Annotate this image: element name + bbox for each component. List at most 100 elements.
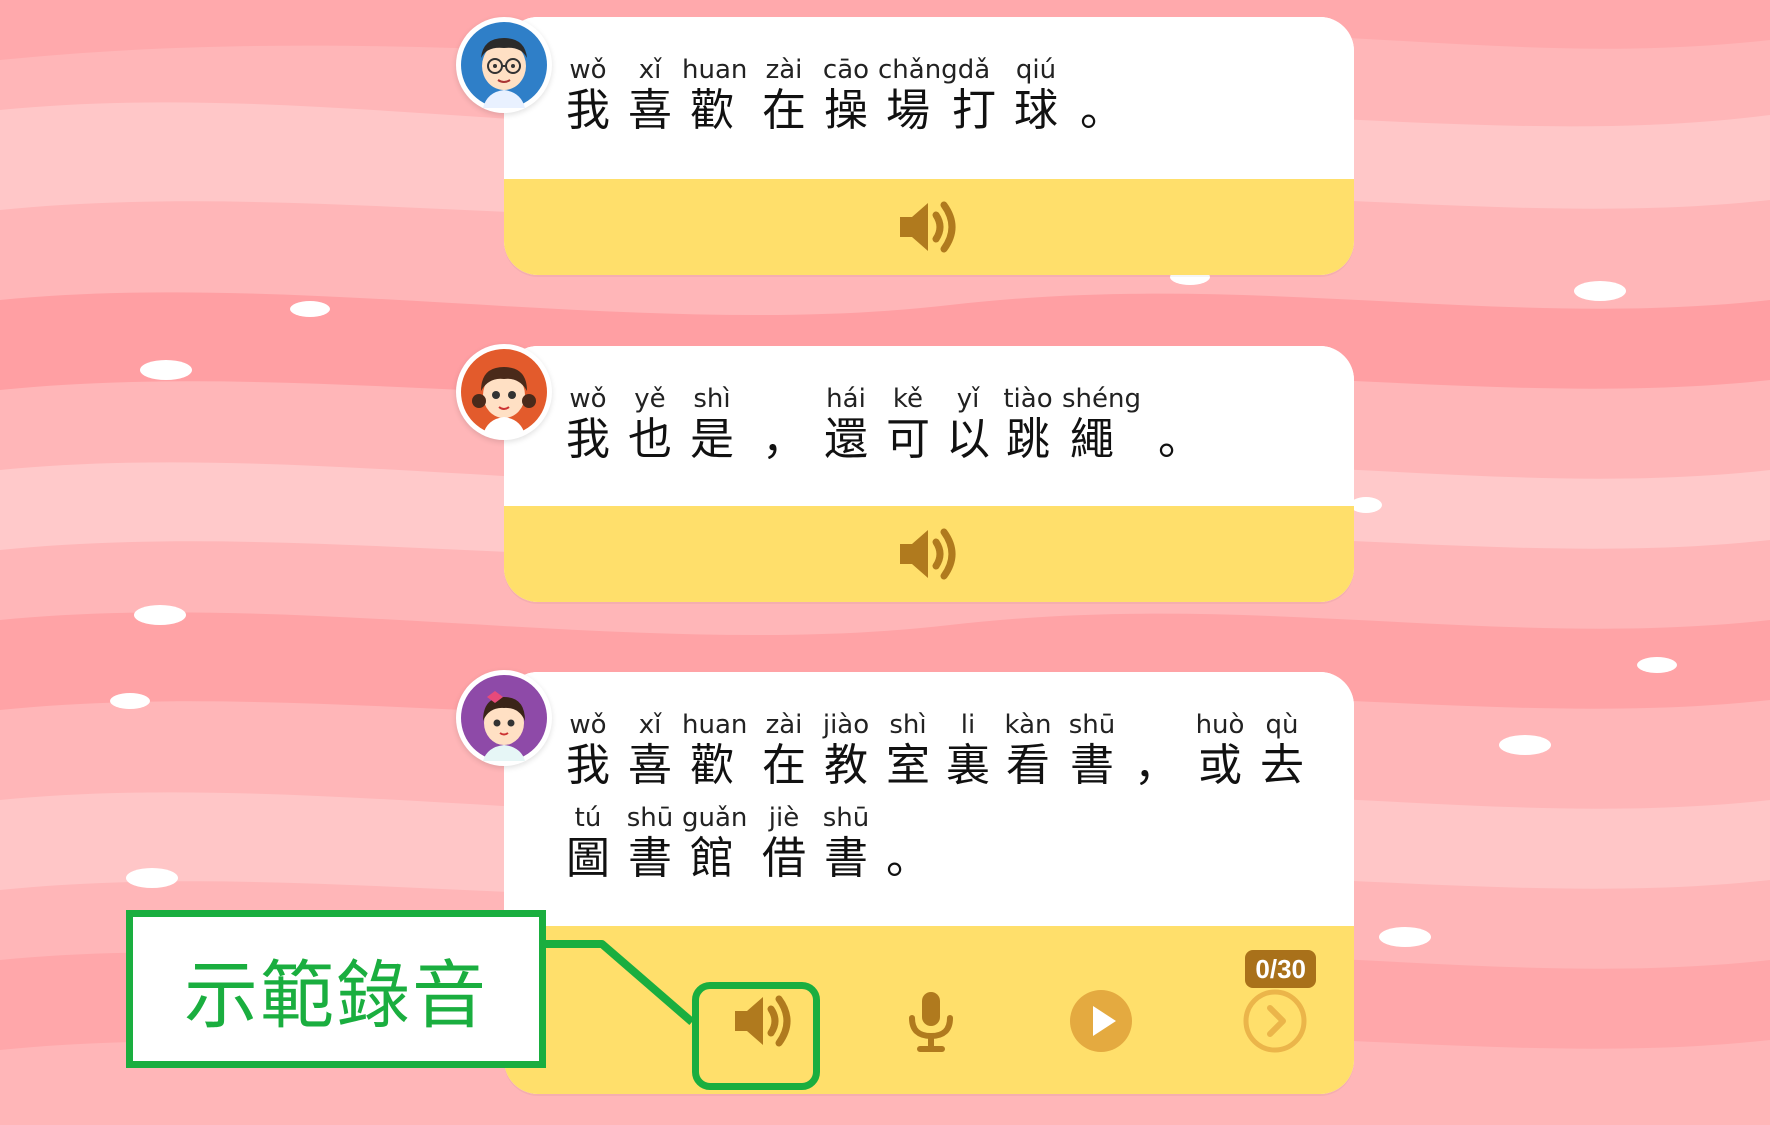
- syllable: kě 可: [878, 384, 938, 466]
- syllable: wǒ 我: [558, 384, 618, 466]
- hanzi: 在: [762, 740, 806, 791]
- hanzi: 跳: [1006, 414, 1050, 465]
- hanzi: 我: [566, 85, 610, 136]
- syllable: shì 室: [878, 710, 938, 792]
- microphone-icon[interactable]: [896, 986, 966, 1056]
- pinyin: [1072, 55, 1132, 85]
- next-icon[interactable]: [1240, 986, 1310, 1056]
- callout-label: 示範錄音: [184, 952, 488, 1039]
- hanzi: 我: [566, 740, 610, 791]
- syllable: guǎn 館: [682, 803, 748, 885]
- speaker-icon[interactable]: [896, 197, 962, 257]
- syllable: kàn 看: [998, 710, 1058, 792]
- hanzi: 操: [824, 85, 868, 136]
- avatar-girl-pigtails: [456, 344, 552, 440]
- syllable: shū 書: [620, 803, 680, 885]
- dialog-text-area: wǒ 我 xǐ 喜 huan 歡 zài 在 jiào 教 shì 室 li 裏 kàn 看 shū 書， huò 或…: [504, 672, 1354, 926]
- pinyin: kàn: [1004, 710, 1052, 740]
- attempt-counter: 0/30: [1245, 950, 1316, 988]
- hanzi: 借: [762, 833, 806, 884]
- pinyin: shū: [626, 803, 674, 833]
- pinyin: shì: [889, 710, 927, 740]
- syllable: zài 在: [754, 55, 814, 137]
- syllable: 。: [1072, 55, 1132, 137]
- sentence-line: wǒ 我 xǐ 喜 huan 歡 zài 在 jiào 教 shì 室 li 裏 kàn 看 shū 書， huò 或…: [564, 710, 1324, 800]
- hanzi: 。: [1080, 85, 1124, 136]
- syllable: qiú 球: [1006, 55, 1066, 137]
- syllable: ，: [754, 384, 814, 466]
- hanzi: 場: [886, 85, 930, 136]
- pinyin: [754, 384, 814, 414]
- pinyin: guǎn: [682, 803, 748, 833]
- hanzi: 館: [690, 833, 734, 884]
- syllable: xǐ 喜: [620, 55, 680, 137]
- hanzi: 我: [566, 414, 610, 465]
- audio-bar: [504, 179, 1354, 275]
- avatar-girl-bow: [456, 670, 552, 766]
- hanzi: 可: [886, 414, 930, 465]
- syllable: ，: [1126, 710, 1186, 792]
- hanzi: ，: [762, 414, 806, 465]
- pinyin: xǐ: [638, 55, 662, 85]
- hanzi: ，: [1134, 740, 1178, 791]
- hanzi: 歡: [690, 85, 734, 136]
- pinyin: cāo: [822, 55, 870, 85]
- sentence-line: wǒ 我 xǐ 喜 huan 歡 zài 在 cāo 操 chǎng 場 dǎ 打 qiú 球。: [564, 55, 1324, 145]
- pinyin: chǎng: [878, 55, 958, 85]
- hanzi: 以: [946, 414, 990, 465]
- syllable: shì 是: [682, 384, 742, 466]
- syllable: wǒ 我: [558, 55, 618, 137]
- syllable: zài 在: [754, 710, 814, 792]
- pinyin: shéng: [1062, 384, 1142, 414]
- hanzi: 球: [1014, 85, 1058, 136]
- syllable: cāo 操: [816, 55, 876, 137]
- hanzi: 喜: [628, 740, 672, 791]
- speaker-icon[interactable]: [896, 524, 962, 584]
- pinyin: yě: [634, 384, 666, 414]
- pinyin: li: [960, 710, 976, 740]
- syllable: jiè 借: [754, 803, 814, 885]
- pinyin: kě: [892, 384, 924, 414]
- pinyin: qiú: [1015, 55, 1057, 85]
- play-icon[interactable]: [1066, 986, 1136, 1056]
- syllable: shéng 繩: [1062, 384, 1142, 466]
- hanzi: 室: [886, 740, 930, 791]
- syllable: dǎ 打: [944, 55, 1004, 137]
- hanzi: 裏: [946, 740, 990, 791]
- pinyin: tiào: [1003, 384, 1053, 414]
- hanzi: 書: [1070, 740, 1114, 791]
- pinyin: tú: [574, 803, 602, 833]
- hanzi: 歡: [690, 740, 734, 791]
- syllable: li 裏: [938, 710, 998, 792]
- pinyin: huan: [682, 55, 748, 85]
- syllable: 。: [878, 803, 938, 885]
- dialog-text-area: wǒ 我 xǐ 喜 huan 歡 zài 在 cāo 操 chǎng 場 dǎ 打 qiú 球。: [504, 17, 1354, 179]
- syllable: tú 圖: [558, 803, 618, 885]
- sentence-line: tú 圖 shū 書 guǎn 館 jiè 借 shū 書。: [564, 803, 1324, 893]
- dialog-card-1: wǒ 我 xǐ 喜 huan 歡 zài 在 cāo 操 chǎng 場 dǎ 打 qiú 球。: [504, 17, 1354, 275]
- syllable: wǒ 我: [558, 710, 618, 792]
- pinyin: jiào: [822, 710, 870, 740]
- hanzi: 或: [1198, 740, 1242, 791]
- control-bar: 0/30: [504, 926, 1354, 1094]
- hanzi: 教: [824, 740, 868, 791]
- dialog-card-2: wǒ 我 yě 也 shì 是， hái 還 kě 可 yǐ 以 tiào 跳 shéng 繩。: [504, 346, 1354, 602]
- pinyin: [1126, 710, 1186, 740]
- hanzi: 打: [952, 85, 996, 136]
- hanzi: 看: [1006, 740, 1050, 791]
- pinyin: shū: [1068, 710, 1116, 740]
- syllable: yǐ 以: [938, 384, 998, 466]
- syllable: yě 也: [620, 384, 680, 466]
- pinyin: huò: [1195, 710, 1245, 740]
- pinyin: [1150, 384, 1210, 414]
- pinyin: wǒ: [569, 55, 607, 85]
- pinyin: shū: [822, 803, 870, 833]
- syllable: qù 去: [1252, 710, 1312, 792]
- syllable: huò 或: [1190, 710, 1250, 792]
- syllable: jiào 教: [816, 710, 876, 792]
- hanzi: 書: [824, 833, 868, 884]
- syllable: 。: [1150, 384, 1210, 466]
- syllable: shū 書: [816, 803, 876, 885]
- audio-bar: [504, 506, 1354, 602]
- pinyin: wǒ: [569, 710, 607, 740]
